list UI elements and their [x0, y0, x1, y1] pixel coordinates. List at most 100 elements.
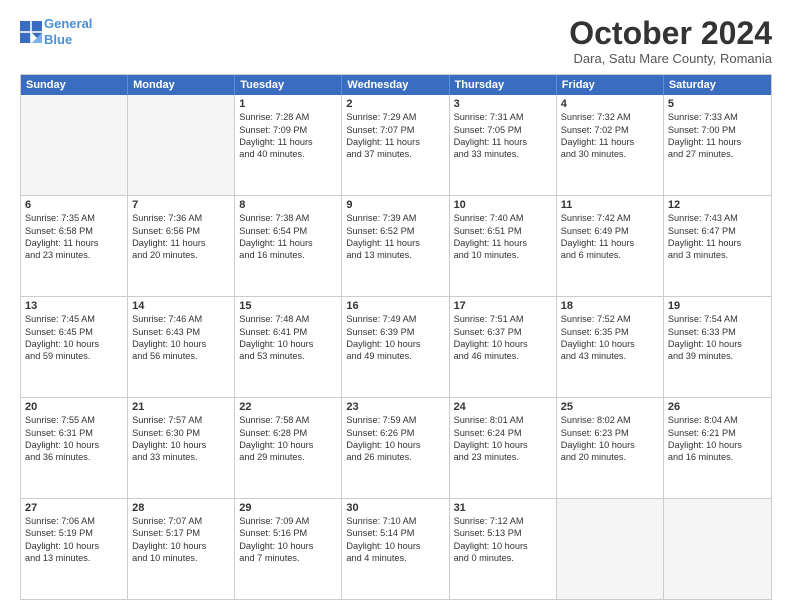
calendar-body: 1Sunrise: 7:28 AMSunset: 7:09 PMDaylight…: [21, 95, 771, 599]
day-number: 19: [668, 300, 767, 312]
calendar-cell: 13Sunrise: 7:45 AMSunset: 6:45 PMDayligh…: [21, 297, 128, 397]
cell-text: Sunset: 7:02 PM: [561, 124, 659, 136]
logo-icon: [20, 21, 42, 43]
cell-text: and 16 minutes.: [668, 451, 767, 463]
cell-text: Daylight: 10 hours: [239, 540, 337, 552]
cell-text: Sunrise: 7:55 AM: [25, 414, 123, 426]
cell-text: Sunset: 6:31 PM: [25, 427, 123, 439]
cell-text: Daylight: 11 hours: [346, 237, 444, 249]
title-area: October 2024 Dara, Satu Mare County, Rom…: [569, 16, 772, 66]
cell-text: and 49 minutes.: [346, 350, 444, 362]
cell-text: and 23 minutes.: [454, 451, 552, 463]
cell-text: Sunrise: 7:45 AM: [25, 313, 123, 325]
cell-text: and 39 minutes.: [668, 350, 767, 362]
day-number: 7: [132, 199, 230, 211]
calendar-cell: [664, 499, 771, 599]
day-number: 9: [346, 199, 444, 211]
day-number: 10: [454, 199, 552, 211]
calendar-cell: 19Sunrise: 7:54 AMSunset: 6:33 PMDayligh…: [664, 297, 771, 397]
location-subtitle: Dara, Satu Mare County, Romania: [569, 51, 772, 66]
cell-text: and 16 minutes.: [239, 249, 337, 261]
cell-text: Daylight: 10 hours: [239, 338, 337, 350]
day-number: 4: [561, 98, 659, 110]
day-number: 2: [346, 98, 444, 110]
cell-text: Sunset: 6:21 PM: [668, 427, 767, 439]
calendar-cell: 22Sunrise: 7:58 AMSunset: 6:28 PMDayligh…: [235, 398, 342, 498]
cell-text: Sunset: 6:37 PM: [454, 326, 552, 338]
calendar-cell: 20Sunrise: 7:55 AMSunset: 6:31 PMDayligh…: [21, 398, 128, 498]
cell-text: Sunrise: 8:04 AM: [668, 414, 767, 426]
cell-text: and 37 minutes.: [346, 148, 444, 160]
day-number: 3: [454, 98, 552, 110]
cell-text: Sunset: 5:14 PM: [346, 527, 444, 539]
cell-text: Daylight: 11 hours: [132, 237, 230, 249]
cell-text: Sunset: 6:26 PM: [346, 427, 444, 439]
header-day-sunday: Sunday: [21, 75, 128, 95]
cell-text: and 53 minutes.: [239, 350, 337, 362]
calendar-cell: [21, 95, 128, 195]
cell-text: Sunset: 6:43 PM: [132, 326, 230, 338]
cell-text: Daylight: 11 hours: [346, 136, 444, 148]
cell-text: Sunrise: 7:59 AM: [346, 414, 444, 426]
cell-text: Sunrise: 7:33 AM: [668, 111, 767, 123]
cell-text: Daylight: 11 hours: [25, 237, 123, 249]
cell-text: Sunset: 6:39 PM: [346, 326, 444, 338]
cell-text: and 13 minutes.: [346, 249, 444, 261]
cell-text: Sunset: 6:58 PM: [25, 225, 123, 237]
logo-general: General: [44, 16, 92, 31]
cell-text: Daylight: 10 hours: [132, 439, 230, 451]
day-number: 13: [25, 300, 123, 312]
cell-text: Daylight: 10 hours: [454, 540, 552, 552]
cell-text: Sunrise: 7:12 AM: [454, 515, 552, 527]
cell-text: and 59 minutes.: [25, 350, 123, 362]
cell-text: Daylight: 11 hours: [668, 136, 767, 148]
day-number: 25: [561, 401, 659, 413]
cell-text: Daylight: 10 hours: [132, 338, 230, 350]
cell-text: Sunset: 6:28 PM: [239, 427, 337, 439]
day-number: 23: [346, 401, 444, 413]
cell-text: and 40 minutes.: [239, 148, 337, 160]
cell-text: and 6 minutes.: [561, 249, 659, 261]
day-number: 26: [668, 401, 767, 413]
cell-text: Daylight: 11 hours: [454, 237, 552, 249]
calendar-cell: 30Sunrise: 7:10 AMSunset: 5:14 PMDayligh…: [342, 499, 449, 599]
day-number: 6: [25, 199, 123, 211]
cell-text: Sunset: 7:05 PM: [454, 124, 552, 136]
cell-text: and 56 minutes.: [132, 350, 230, 362]
cell-text: Sunset: 7:07 PM: [346, 124, 444, 136]
day-number: 12: [668, 199, 767, 211]
calendar-cell: 31Sunrise: 7:12 AMSunset: 5:13 PMDayligh…: [450, 499, 557, 599]
cell-text: and 43 minutes.: [561, 350, 659, 362]
cell-text: Sunset: 5:13 PM: [454, 527, 552, 539]
day-number: 16: [346, 300, 444, 312]
calendar-row-4: 27Sunrise: 7:06 AMSunset: 5:19 PMDayligh…: [21, 499, 771, 599]
cell-text: Sunrise: 7:54 AM: [668, 313, 767, 325]
cell-text: Daylight: 10 hours: [132, 540, 230, 552]
calendar-cell: 18Sunrise: 7:52 AMSunset: 6:35 PMDayligh…: [557, 297, 664, 397]
calendar-cell: 15Sunrise: 7:48 AMSunset: 6:41 PMDayligh…: [235, 297, 342, 397]
cell-text: Sunrise: 7:46 AM: [132, 313, 230, 325]
header-day-friday: Friday: [557, 75, 664, 95]
header-day-saturday: Saturday: [664, 75, 771, 95]
cell-text: Daylight: 11 hours: [239, 136, 337, 148]
calendar-cell: 14Sunrise: 7:46 AMSunset: 6:43 PMDayligh…: [128, 297, 235, 397]
calendar-row-2: 13Sunrise: 7:45 AMSunset: 6:45 PMDayligh…: [21, 297, 771, 398]
header-day-thursday: Thursday: [450, 75, 557, 95]
calendar-cell: 28Sunrise: 7:07 AMSunset: 5:17 PMDayligh…: [128, 499, 235, 599]
cell-text: Sunrise: 7:35 AM: [25, 212, 123, 224]
cell-text: Daylight: 10 hours: [454, 439, 552, 451]
calendar-cell: 24Sunrise: 8:01 AMSunset: 6:24 PMDayligh…: [450, 398, 557, 498]
day-number: 18: [561, 300, 659, 312]
cell-text: Sunrise: 7:36 AM: [132, 212, 230, 224]
cell-text: Daylight: 10 hours: [346, 439, 444, 451]
calendar-cell: 2Sunrise: 7:29 AMSunset: 7:07 PMDaylight…: [342, 95, 449, 195]
cell-text: Daylight: 11 hours: [454, 136, 552, 148]
cell-text: Sunrise: 7:39 AM: [346, 212, 444, 224]
cell-text: and 4 minutes.: [346, 552, 444, 564]
calendar-cell: 4Sunrise: 7:32 AMSunset: 7:02 PMDaylight…: [557, 95, 664, 195]
logo-blue: Blue: [44, 32, 72, 47]
cell-text: Sunset: 5:16 PM: [239, 527, 337, 539]
month-title: October 2024: [569, 16, 772, 51]
calendar-row-1: 6Sunrise: 7:35 AMSunset: 6:58 PMDaylight…: [21, 196, 771, 297]
cell-text: Daylight: 10 hours: [454, 338, 552, 350]
